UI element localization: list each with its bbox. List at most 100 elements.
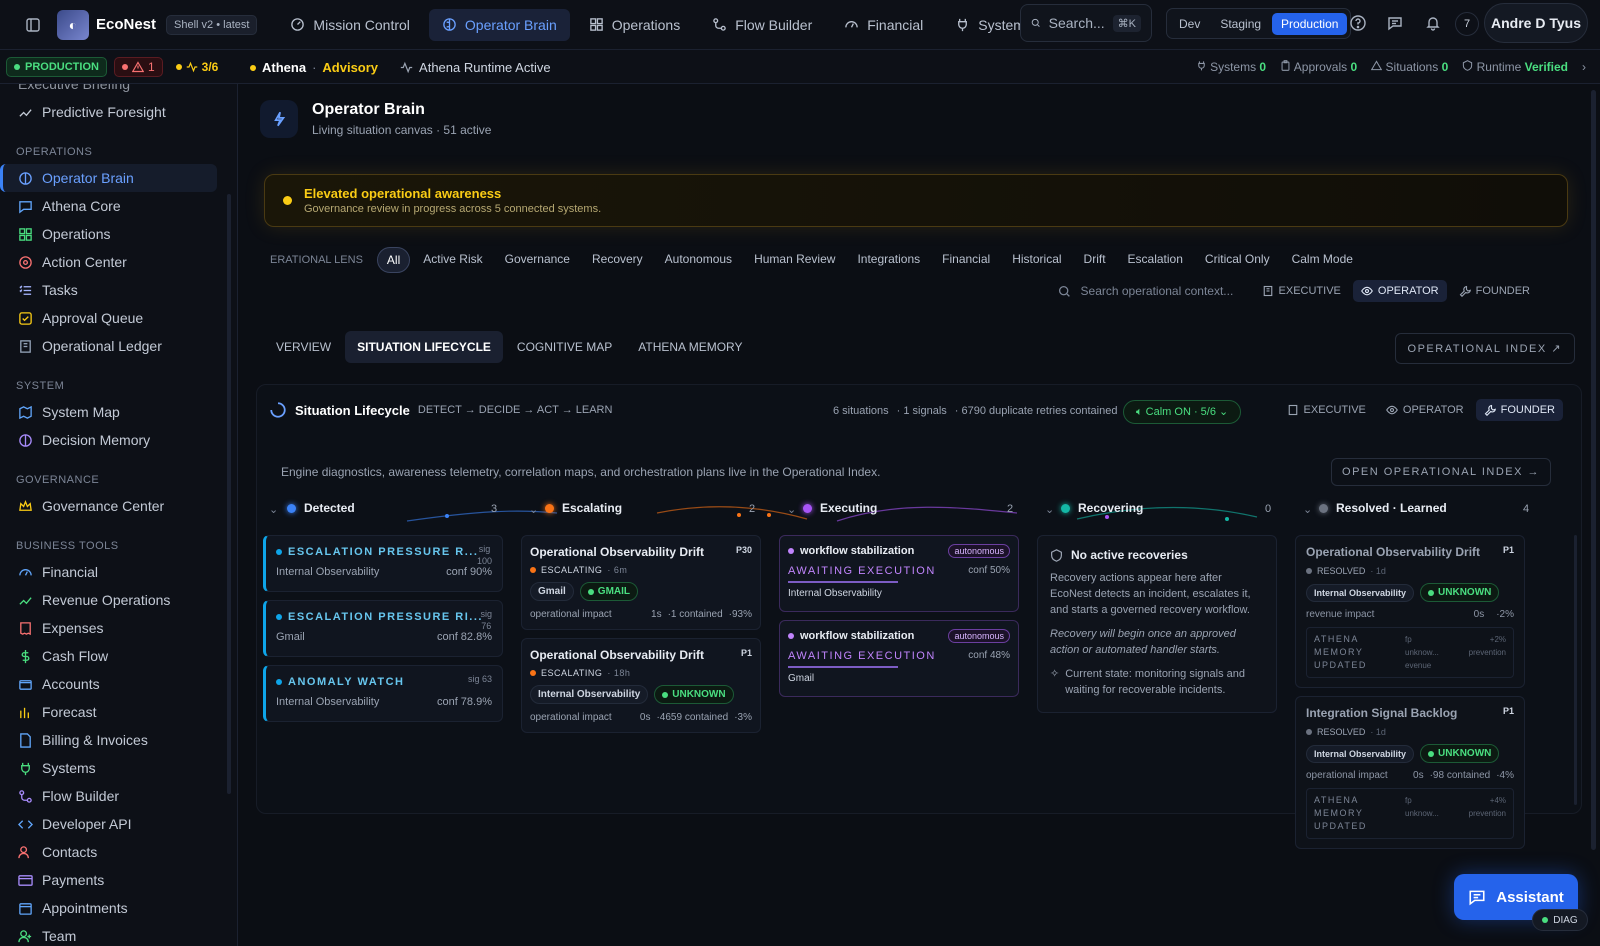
sidebar-item-appointments[interactable]: Appointments bbox=[0, 894, 217, 922]
stat-situations[interactable]: Situations 0 bbox=[1370, 60, 1448, 74]
lens-financial[interactable]: Financial bbox=[933, 247, 999, 273]
sidebar-item-operational-ledger[interactable]: Operational Ledger bbox=[0, 332, 217, 360]
sidebar-item-athena-core[interactable]: Athena Core bbox=[0, 192, 217, 220]
escalation-card[interactable]: Operational Observability Drift P30 ESCAL… bbox=[521, 535, 761, 630]
nav-flow-builder[interactable]: Flow Builder bbox=[699, 9, 825, 41]
tab-athena-memory[interactable]: ATHENA MEMORY bbox=[626, 331, 754, 363]
lens-active-risk[interactable]: Active Risk bbox=[414, 247, 491, 273]
lens-governance[interactable]: Governance bbox=[496, 247, 579, 273]
sidebar-item-billing-invoices[interactable]: Billing & Invoices bbox=[0, 726, 217, 754]
chevron-down-icon[interactable]: ⌄ bbox=[529, 503, 538, 516]
escalation-card[interactable]: Operational Observability Drift P1 ESCALA… bbox=[521, 638, 761, 733]
notification-count[interactable]: 7 bbox=[1455, 12, 1479, 36]
stat-approvals[interactable]: Approvals 0 bbox=[1280, 60, 1357, 74]
global-search[interactable]: Search... ⌘K bbox=[1020, 4, 1152, 42]
perspective-executive[interactable]: EXECUTIVE bbox=[1279, 399, 1374, 421]
context-search-input[interactable]: Search operational context... bbox=[1058, 284, 1234, 298]
chevron-down-icon[interactable]: ⌄ bbox=[1045, 503, 1054, 516]
pulse-badge[interactable]: 3/6 bbox=[169, 58, 226, 76]
chevron-down-icon[interactable]: ⌄ bbox=[269, 503, 278, 516]
stage-detected[interactable]: Detected bbox=[287, 501, 355, 515]
tab-cognitive-map[interactable]: COGNITIVE MAP bbox=[505, 331, 624, 363]
sidebar-item-predictive-foresight[interactable]: Predictive Foresight bbox=[0, 98, 217, 126]
production-badge[interactable]: PRODUCTION bbox=[6, 56, 107, 77]
perspective-operator[interactable]: OPERATOR bbox=[1352, 280, 1447, 302]
resolved-card[interactable]: Operational Observability Drift P1 RESOLV… bbox=[1295, 535, 1525, 688]
sidebar-item-approval-queue[interactable]: Approval Queue bbox=[0, 304, 217, 332]
tab-overview[interactable]: VERVIEW bbox=[264, 331, 343, 363]
perspective-executive[interactable]: EXECUTIVE bbox=[1254, 280, 1349, 302]
stage-resolved-learned[interactable]: Resolved · Learned bbox=[1319, 501, 1447, 515]
lens-historical[interactable]: Historical bbox=[1003, 247, 1070, 273]
sidebar-item-contacts[interactable]: Contacts bbox=[0, 838, 217, 866]
operational-index-button[interactable]: OPERATIONAL INDEX ↗ bbox=[1394, 333, 1575, 364]
nav-operator-brain[interactable]: Operator Brain bbox=[428, 8, 570, 41]
stage-escalating[interactable]: Escalating bbox=[545, 501, 622, 515]
resolved-card[interactable]: Integration Signal Backlog P1 RESOLVED · 1… bbox=[1295, 696, 1525, 849]
lens-autonomous[interactable]: Autonomous bbox=[656, 247, 741, 273]
lens-recovery[interactable]: Recovery bbox=[583, 247, 652, 273]
econest-logo[interactable]: ◐ bbox=[57, 9, 89, 40]
lens-human-review[interactable]: Human Review bbox=[745, 247, 844, 273]
env-dev[interactable]: Dev bbox=[1170, 13, 1209, 35]
tab-situation-lifecycle[interactable]: SITUATION LIFECYCLE bbox=[345, 331, 503, 363]
open-operational-index-button[interactable]: OPEN OPERATIONAL INDEX → bbox=[1331, 458, 1551, 486]
stage-executing[interactable]: Executing bbox=[803, 501, 877, 515]
main-scrollbar[interactable] bbox=[1591, 90, 1596, 850]
bell-icon[interactable] bbox=[1422, 12, 1444, 34]
perspective-operator[interactable]: OPERATOR bbox=[1378, 399, 1472, 421]
help-icon[interactable] bbox=[1347, 12, 1369, 34]
sidebar-item-flow-builder[interactable]: Flow Builder bbox=[0, 782, 217, 810]
sidebar-item-cash-flow[interactable]: Cash Flow bbox=[0, 642, 217, 670]
env-production[interactable]: Production bbox=[1272, 12, 1348, 35]
chevron-down-icon[interactable]: ⌄ bbox=[1303, 503, 1312, 516]
sidebar-item-accounts[interactable]: Accounts bbox=[0, 670, 217, 698]
signal-card[interactable]: ESCALATION PRESSURE R... sig 100 Internal… bbox=[263, 535, 503, 592]
lens-all[interactable]: All bbox=[376, 247, 411, 273]
nav-mission-control[interactable]: Mission Control bbox=[277, 9, 422, 41]
nav-operations[interactable]: Operations bbox=[576, 9, 693, 41]
signal-card[interactable]: ESCALATION PRESSURE RI... sig 76 Gmail con… bbox=[263, 600, 503, 657]
stat-runtime[interactable]: Runtime Verified bbox=[1462, 60, 1568, 74]
sidebar-item-systems[interactable]: Systems bbox=[0, 754, 217, 782]
sidebar-item-forecast[interactable]: Forecast bbox=[0, 698, 217, 726]
execution-card[interactable]: workflow stabilization autonomous AWAITI… bbox=[779, 620, 1019, 697]
column-scrollbar[interactable] bbox=[1574, 535, 1577, 805]
sidebar-item-payments[interactable]: Payments bbox=[0, 866, 217, 894]
sidebar-item-team[interactable]: Team bbox=[0, 922, 217, 946]
sidebar-item-tasks[interactable]: Tasks bbox=[0, 276, 217, 304]
sidebar-item-revenue-operations[interactable]: Revenue Operations bbox=[0, 586, 217, 614]
nav-financial[interactable]: Financial bbox=[831, 9, 936, 41]
env-staging[interactable]: Staging bbox=[1211, 13, 1270, 35]
awareness-banner[interactable]: Elevated operational awareness Governanc… bbox=[264, 174, 1568, 227]
chevron-right-icon[interactable]: › bbox=[1582, 60, 1586, 74]
sidebar-item-operations[interactable]: Operations bbox=[0, 220, 217, 248]
lens-integrations[interactable]: Integrations bbox=[848, 247, 929, 273]
stage-recovering[interactable]: Recovering bbox=[1061, 501, 1143, 515]
chat-icon[interactable] bbox=[1384, 12, 1406, 34]
sidebar-item-action-center[interactable]: Action Center bbox=[0, 248, 217, 276]
sidebar-item-governance-center[interactable]: Governance Center bbox=[0, 492, 217, 520]
sidebar-item-operator-brain[interactable]: Operator Brain bbox=[0, 164, 217, 192]
calm-mode-toggle[interactable]: 🔈︎ Calm ON · 5/6 ⌄ bbox=[1123, 400, 1242, 424]
sidebar-item-system-map[interactable]: System Map bbox=[0, 398, 217, 426]
lens-escalation[interactable]: Escalation bbox=[1119, 247, 1192, 273]
lens-drift[interactable]: Drift bbox=[1075, 247, 1115, 273]
perspective-founder[interactable]: FOUNDER bbox=[1475, 399, 1563, 421]
sidebar-item-decision-memory[interactable]: Decision Memory bbox=[0, 426, 217, 454]
stat-systems[interactable]: Systems 0 bbox=[1196, 60, 1266, 74]
user-menu[interactable]: Andre D Tyus bbox=[1484, 3, 1588, 43]
sidebar-scrollbar[interactable] bbox=[227, 194, 231, 794]
sidebar-item-executive-briefing[interactable]: Executive Briefing bbox=[0, 84, 217, 92]
signal-card[interactable]: ANOMALY WATCH sig 63 Internal Observabil… bbox=[263, 665, 503, 722]
sidebar-item-expenses[interactable]: Expenses bbox=[0, 614, 217, 642]
lens-critical-only[interactable]: Critical Only bbox=[1196, 247, 1279, 273]
sidebar-item-developer-api[interactable]: Developer API bbox=[0, 810, 217, 838]
lens-calm-mode[interactable]: Calm Mode bbox=[1283, 247, 1362, 273]
diagnostics-badge[interactable]: DIAG bbox=[1532, 909, 1588, 931]
sidebar-item-financial[interactable]: Financial bbox=[0, 558, 217, 586]
sidebar-toggle-icon[interactable] bbox=[23, 15, 43, 35]
chevron-down-icon[interactable]: ⌄ bbox=[787, 503, 796, 516]
perspective-founder[interactable]: FOUNDER bbox=[1451, 280, 1538, 302]
warning-badge[interactable]: 1 bbox=[113, 56, 163, 77]
